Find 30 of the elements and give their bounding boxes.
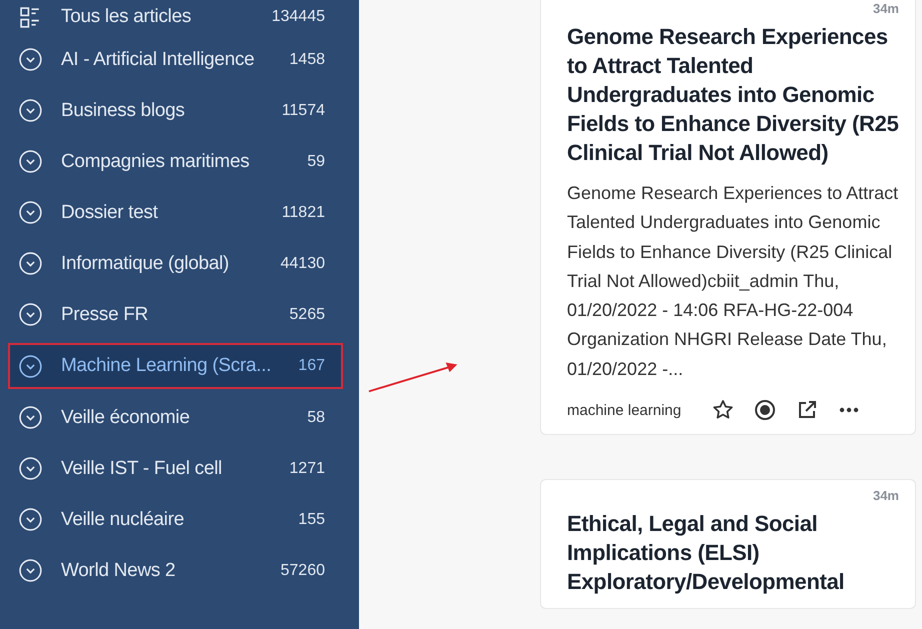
chevron-down-circle-icon [18, 405, 43, 430]
chevron-down-circle-icon [18, 200, 43, 225]
chevron-down-circle-icon [18, 149, 43, 174]
chevron-down-circle-icon [18, 47, 43, 72]
sidebar-item[interactable]: World News 2 57260 [8, 545, 343, 596]
article-tag[interactable]: machine learning [567, 402, 682, 419]
article-title[interactable]: Genome Research Experiences to Attract Talented Undergraduates into Genomic Fields to Enhance Diversity (R25 Clinical Trial Not Allowed) [567, 22, 899, 167]
chevron-down-circle-icon [18, 354, 43, 378]
sidebar-item[interactable]: Veille nucléaire 155 [8, 494, 343, 545]
article-summary: Genome Research Experiences to Attract Talented Undergraduates into Genomic Fields to Enhance Diversity (R25 Clinical Trial Not Allowed)cbiit_admin Thu, 01/20/2022 - 14:06 RFA-HG-22-004 Organization NHGRI Release Date Thu, 01/20/2022 -... [567, 182, 899, 381]
sidebar-item[interactable]: Tous les articles 134445 [8, 0, 343, 34]
sidebar-item[interactable]: Machine Learning (Scra... 167 [8, 343, 343, 389]
sidebar-item[interactable]: AI - Artificial Intelligence 1458 [8, 34, 343, 85]
article-time: 34m [872, 1, 899, 16]
sidebar-item[interactable]: Presse FR 5265 [8, 289, 343, 340]
article-title[interactable]: Ethical, Legal and Social Implications (ELSI) Exploratory/Developmental [567, 509, 899, 596]
sidebar-item[interactable]: Business blogs 11574 [8, 85, 343, 136]
chevron-down-circle-icon [18, 558, 43, 583]
chevron-down-circle-icon [18, 302, 43, 327]
sidebar-item[interactable]: Informatique (global) 44130 [8, 238, 343, 289]
sidebar-item[interactable]: Compagnies maritimes 59 [8, 136, 343, 187]
chevron-down-circle-icon [18, 456, 43, 481]
chevron-down-circle-icon [18, 98, 43, 123]
sidebar-item[interactable]: Dossier test 11821 [8, 187, 343, 238]
chevron-down-circle-icon [18, 251, 43, 276]
sidebar-item[interactable]: Veille IST - Fuel cell 1271 [8, 443, 343, 494]
article-time: 34m [872, 488, 899, 504]
sidebar-item[interactable]: Veille économie 58 [8, 392, 343, 443]
radio-dot-icon[interactable] [753, 398, 778, 422]
chevron-down-circle-icon [18, 507, 43, 532]
